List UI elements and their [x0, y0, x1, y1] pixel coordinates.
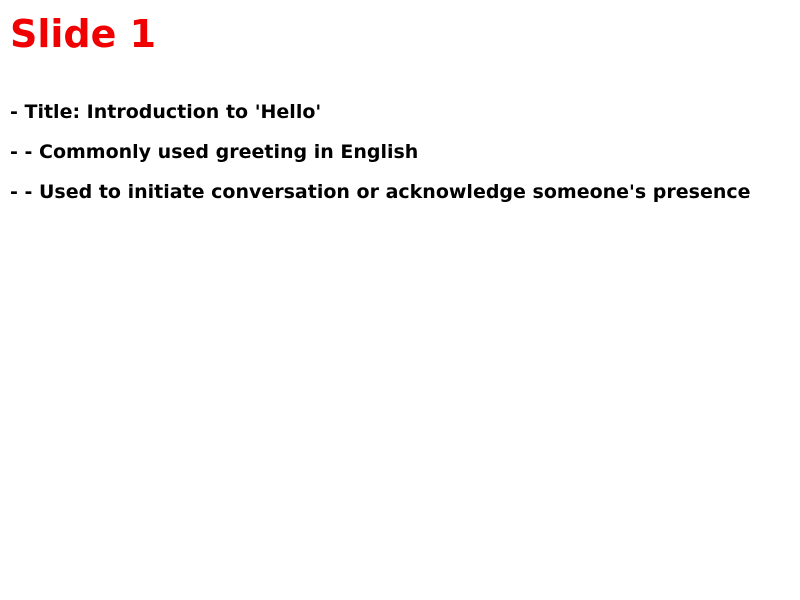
bullet-list: - Title: Introduction to 'Hello' - - Com… — [10, 100, 751, 220]
bullet-item: - Title: Introduction to 'Hello' — [10, 101, 322, 123]
slide-title: Slide 1 — [10, 12, 157, 56]
slide: Slide 1 - Title: Introduction to 'Hello'… — [0, 0, 800, 600]
bullet-item: - - Commonly used greeting in English — [10, 141, 419, 163]
bullet-item: - - Used to initiate conversation or ack… — [10, 181, 751, 203]
